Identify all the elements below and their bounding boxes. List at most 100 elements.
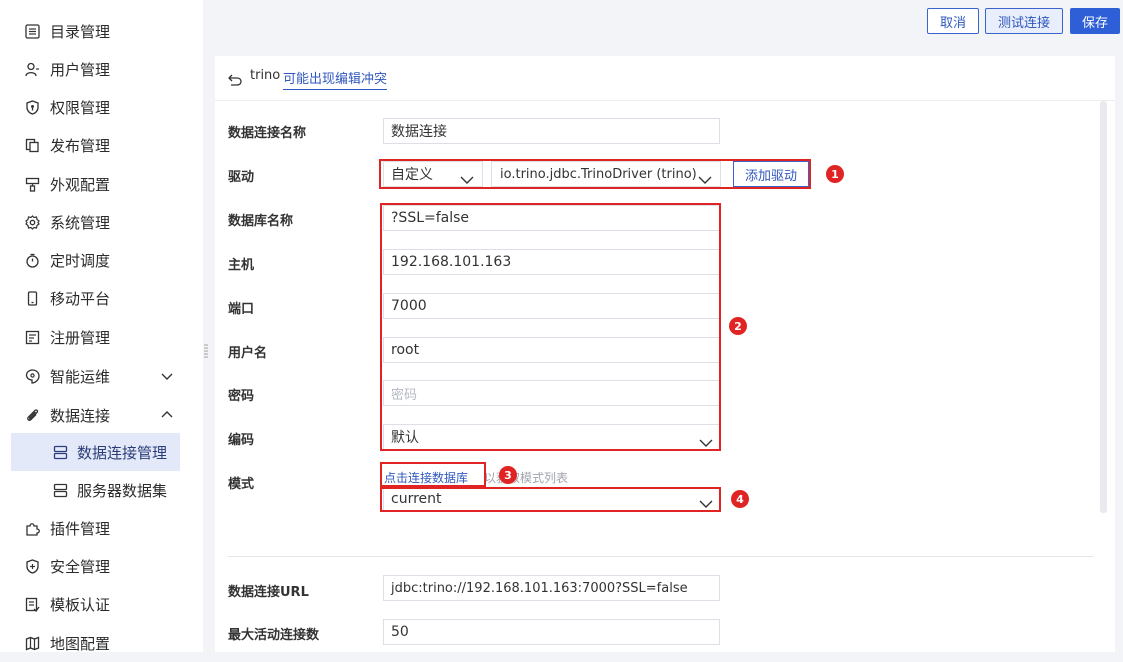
encoding-label: 编码 xyxy=(228,433,255,448)
sidebar-item-label: 数据连接 xyxy=(50,407,111,425)
sidebar-item-security[interactable]: 安全管理 xyxy=(0,547,203,585)
username-input[interactable]: root xyxy=(383,337,720,363)
save-button[interactable]: 保存 xyxy=(1070,8,1120,34)
dataset-icon xyxy=(52,482,69,499)
sidebar-item-label: 数据连接管理 xyxy=(77,444,168,462)
sidebar-item-users[interactable]: 用户管理 xyxy=(0,50,203,88)
user-icon xyxy=(24,61,41,78)
username-label: 用户名 xyxy=(228,346,268,361)
driver-class-select[interactable]: io.trino.jdbc.TrinoDriver (trino) xyxy=(491,161,721,187)
max-active-connections-label: 最大活动连接数 xyxy=(228,628,320,643)
plugin-icon xyxy=(24,520,41,537)
mode-value: current xyxy=(391,491,442,507)
template-icon xyxy=(24,596,41,613)
driver-class-value: io.trino.jdbc.TrinoDriver (trino) xyxy=(500,166,697,182)
timer-icon xyxy=(24,252,41,269)
publish-icon xyxy=(24,137,41,154)
sidebar-item-label: 插件管理 xyxy=(50,520,111,538)
sidebar-item-label: 地图配置 xyxy=(50,635,111,653)
scrollbar[interactable] xyxy=(1100,101,1107,513)
database-icon xyxy=(52,444,69,461)
sidebar-item-label: 移动平台 xyxy=(50,290,111,308)
mobile-icon xyxy=(24,290,41,307)
chevron-up-icon xyxy=(160,408,174,422)
annotation-badge: 1 xyxy=(826,165,844,183)
sidebar-item-publish[interactable]: 发布管理 xyxy=(0,126,203,164)
divider xyxy=(215,100,1115,101)
encoding-value: 默认 xyxy=(391,430,419,446)
connection-name-label: 数据连接名称 xyxy=(228,126,307,141)
database-name-label: 数据库名称 xyxy=(228,214,294,229)
sidebar-item-mobile[interactable]: 移动平台 xyxy=(0,279,203,317)
sidebar-item-label: 智能运维 xyxy=(50,368,111,386)
host-input[interactable]: 192.168.101.163 xyxy=(383,249,720,275)
sidebar-item-label: 定时调度 xyxy=(50,252,111,270)
sidebar-item-appearance[interactable]: 外观配置 xyxy=(0,165,203,203)
test-connection-button[interactable]: 测试连接 xyxy=(985,8,1063,34)
sidebar-item-label: 发布管理 xyxy=(50,137,111,155)
sidebar-item-schedule[interactable]: 定时调度 xyxy=(0,241,203,279)
port-input[interactable]: 7000 xyxy=(383,293,720,319)
sidebar-item-register[interactable]: 注册管理 xyxy=(0,318,203,356)
chevron-down-icon xyxy=(698,170,712,184)
annotation-badge: 2 xyxy=(729,317,747,335)
sidebar-item-ops[interactable]: 智能运维 xyxy=(0,357,203,395)
sidebar-item-server-dataset[interactable]: 服务器数据集 xyxy=(0,471,203,509)
chevron-down-icon xyxy=(460,170,474,184)
sidebar-item-catalog[interactable]: 目录管理 xyxy=(0,12,203,50)
sidebar-item-data-connection[interactable]: 数据连接 xyxy=(0,396,203,434)
sidebar-item-label: 注册管理 xyxy=(50,329,111,347)
host-label: 主机 xyxy=(228,258,255,273)
sidebar-item-data-connection-management[interactable]: 数据连接管理 xyxy=(11,433,180,471)
sidebar-item-label: 外观配置 xyxy=(50,176,111,194)
connect-database-link[interactable]: 点击连接数据库 xyxy=(384,469,468,486)
encoding-select[interactable]: 默认 xyxy=(383,424,720,450)
database-name-input[interactable]: ?SSL=false xyxy=(383,205,720,231)
password-label: 密码 xyxy=(228,389,255,404)
mode-hint-text: 以获取模式列表 xyxy=(484,471,569,485)
gear-icon xyxy=(24,214,41,231)
back-arrow-icon[interactable] xyxy=(228,71,242,86)
sidebar-item-template-auth[interactable]: 模板认证 xyxy=(0,585,203,623)
divider xyxy=(228,556,1094,557)
password-input[interactable]: 密码 xyxy=(383,380,720,406)
sidebar-item-label: 权限管理 xyxy=(50,99,111,117)
driver-type-value: 自定义 xyxy=(391,167,433,183)
connection-url-input[interactable]: jdbc:trino://192.168.101.163:7000?SSL=fa… xyxy=(383,575,720,601)
appearance-icon xyxy=(24,176,41,193)
max-active-connections-input[interactable]: 50 xyxy=(383,619,720,645)
sidebar-item-permissions[interactable]: 权限管理 xyxy=(0,88,203,126)
map-icon xyxy=(24,635,41,652)
register-icon xyxy=(24,329,41,346)
mode-select[interactable]: current xyxy=(383,487,720,511)
drag-handle-icon[interactable] xyxy=(204,343,208,358)
paperclip-icon xyxy=(24,407,41,424)
edit-conflict-link[interactable]: 可能出现编辑冲突 xyxy=(283,68,388,90)
connection-url-label: 数据连接URL xyxy=(228,585,309,600)
sidebar-item-plugins[interactable]: 插件管理 xyxy=(0,509,203,547)
connection-name-input[interactable]: 数据连接 xyxy=(383,118,720,144)
sidebar-item-map[interactable]: 地图配置 xyxy=(0,624,203,662)
sidebar-item-label: 模板认证 xyxy=(50,596,111,614)
chevron-down-icon xyxy=(699,433,713,447)
driver-label: 驱动 xyxy=(228,170,255,185)
chevron-down-icon xyxy=(160,369,174,383)
splitter[interactable] xyxy=(203,0,215,652)
shield-icon xyxy=(24,99,41,116)
sidebar-item-label: 目录管理 xyxy=(50,23,111,41)
cancel-button[interactable]: 取消 xyxy=(927,8,979,34)
ops-icon xyxy=(24,368,41,385)
sidebar-item-label: 服务器数据集 xyxy=(77,482,168,500)
sidebar-item-label: 安全管理 xyxy=(50,558,111,576)
connection-name-title: trino xyxy=(250,68,281,83)
sidebar-item-label: 系统管理 xyxy=(50,214,111,232)
sidebar-item-system[interactable]: 系统管理 xyxy=(0,203,203,241)
security-icon xyxy=(24,558,41,575)
sidebar: 目录管理 用户管理 权限管理 发布管理 外观配置 系统管理 定时调度 移动平台 … xyxy=(0,0,203,653)
annotation-badge: 4 xyxy=(731,490,749,508)
chevron-down-icon xyxy=(699,494,713,508)
add-driver-button[interactable]: 添加驱动 xyxy=(733,161,809,187)
sidebar-item-label: 用户管理 xyxy=(50,61,111,79)
mode-label: 模式 xyxy=(228,477,255,492)
list-icon xyxy=(24,23,41,40)
